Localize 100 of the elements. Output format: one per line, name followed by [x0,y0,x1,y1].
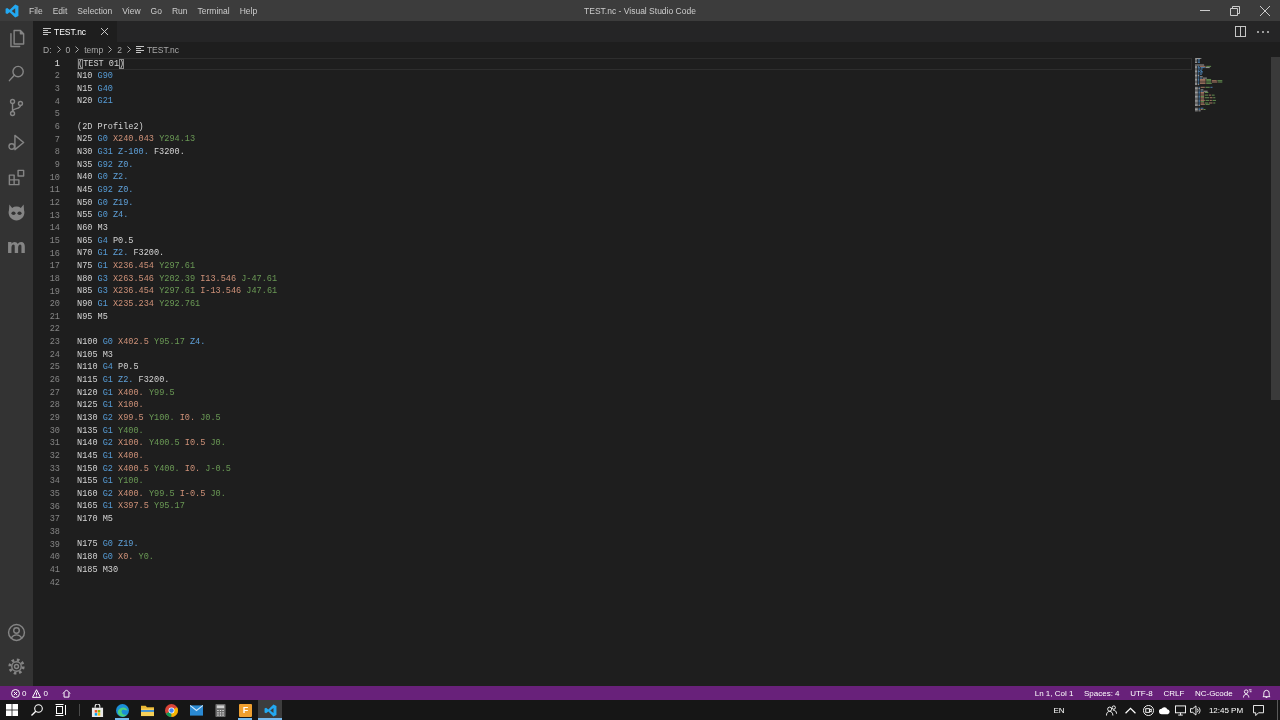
line-number: 21 [48,310,61,324]
error-icon [11,688,20,698]
breadcrumb-item[interactable]: 2 [117,44,122,55]
monitor-icon[interactable] [1174,704,1186,716]
menu-item[interactable]: Terminal [192,0,235,21]
code-line: N145 G1 X400. [77,450,144,462]
taskbar-app[interactable] [257,700,283,720]
menu-item[interactable]: Go [145,0,167,21]
line-number: 39 [48,538,61,552]
problems-button[interactable]: 0 0 [9,686,50,700]
feedback-icon [1243,688,1252,698]
menu-item[interactable]: Run [166,0,193,21]
code-line: N65 G4 P0.5 [77,235,134,247]
extensions-icon[interactable] [7,168,26,188]
breadcrumb-item[interactable]: temp [84,44,104,55]
menu-item[interactable]: Edit [47,0,73,21]
close-icon[interactable] [101,28,109,35]
settings-icon[interactable] [7,656,26,676]
home-icon[interactable] [61,688,71,698]
code-line: N40 G0 Z2. [77,172,129,184]
input-language[interactable]: EN [1044,700,1074,720]
clock[interactable]: 12:45 PM [1203,700,1249,720]
editor-tab[interactable]: TEST.nc [33,21,118,42]
code-line: N85 G3 X236.454 Y297.61 I-13.546 J47.61 [77,286,278,298]
code-line: N160 G2 X400. Y99.5 I-0.5 J0. [77,488,226,500]
cat-head-icon[interactable] [7,202,26,222]
files-icon[interactable] [7,28,26,48]
line-number: 13 [48,209,61,223]
cloud-icon[interactable] [1158,704,1170,716]
code-line: N90 G1 X235.234 Y292.761 [77,299,201,310]
menu-item[interactable]: Selection [72,0,118,21]
line-number: 37 [48,513,61,526]
code-line: N115 G1 Z2. F3200. [77,374,170,386]
chevron-icon [75,46,80,53]
minimap[interactable] [1195,58,1225,113]
code-line: N175 G0 Z19. [77,539,139,551]
menu-item[interactable]: File [24,0,48,21]
line-number: 35 [48,488,61,501]
line-number: 28 [48,399,61,413]
code-line: N150 G2 X400.5 Y400. I0. J-0.5 [77,463,231,475]
swirl-icon [115,703,129,717]
line-number: 4 [53,95,61,109]
status-item[interactable]: Spaces: 4 [1078,686,1125,700]
status-item[interactable]: UTF-8 [1124,686,1159,700]
scrollbar-thumb[interactable] [1271,57,1280,400]
play-icon[interactable] [7,133,26,153]
code-line: N30 G31 Z-100. F3200. [77,147,185,159]
code-line: N140 G2 X100. Y400.5 I0.5 J0. [77,438,226,450]
breadcrumb-item[interactable]: 0 [65,44,71,55]
caret-up-icon[interactable] [1125,704,1136,716]
code-line: N50 G0 Z19. [77,197,134,209]
line-number: 42 [48,576,61,590]
split-editor-icon[interactable] [1235,26,1246,37]
line-number: 32 [48,450,61,463]
code-line: N45 G92 Z0. [77,185,134,197]
people-icon[interactable] [1105,704,1117,716]
task-view-icon [55,704,68,716]
more-icon[interactable] [1257,30,1269,33]
code-line: N75 G1 X236.454 Y297.61 [77,261,196,272]
restore-icon [1230,5,1240,16]
status-item[interactable]: CRLF [1158,686,1190,700]
code-line: N125 G1 X100. [77,400,144,412]
code-line: N25 G0 X240.043 Y294.13 [77,134,196,146]
line-number: 27 [48,386,61,400]
status-item[interactable]: Ln 1, Col 1 [1029,686,1079,700]
line-number: 15 [48,234,61,248]
windows-icon [6,704,19,716]
line-number: 8 [53,146,61,159]
breadcrumb-item[interactable]: D: [43,44,52,55]
code-line: N95 M5 [77,311,108,323]
search-icon[interactable] [7,63,26,83]
line-number: 2 [53,70,61,83]
speaker-icon[interactable] [1190,704,1201,716]
line-number: 29 [48,412,61,425]
calculator-icon [214,703,228,717]
menu-item[interactable]: View [117,0,146,21]
code-line: N155 G1 Y100. [77,476,144,488]
video-camera-icon[interactable] [1142,704,1154,716]
notification-icon[interactable] [1252,704,1264,716]
account-icon[interactable] [7,622,26,642]
code-line: N80 G3 X263.546 Y202.39 I13.546 J-47.61 [77,273,278,285]
warning-icon [32,688,42,698]
menu-item[interactable]: Help [234,0,263,21]
code-line: N135 G1 Y400. [77,425,144,437]
line-number: 38 [48,525,61,539]
line-number: 19 [48,285,61,299]
code-line: N165 G1 X397.5 Y95.17 [77,501,185,513]
branch-icon[interactable] [7,98,26,118]
file-lines-icon [135,46,144,53]
line-number: 18 [48,272,61,286]
chevron-icon [108,46,113,53]
breadcrumb-item[interactable]: TEST.nc [135,44,179,55]
code-line: N100 G0 X402.5 Y95.17 Z4. [77,336,206,348]
shopping-bag-icon [91,703,105,717]
code-line: N55 G0 Z4. [77,210,129,222]
letter-tile-icon: F [238,703,252,717]
code-editor-logo-icon [5,3,19,18]
line-number: 14 [48,222,61,235]
status-item[interactable]: NC-Gcode [1189,686,1238,700]
line-number: 3 [53,83,61,96]
